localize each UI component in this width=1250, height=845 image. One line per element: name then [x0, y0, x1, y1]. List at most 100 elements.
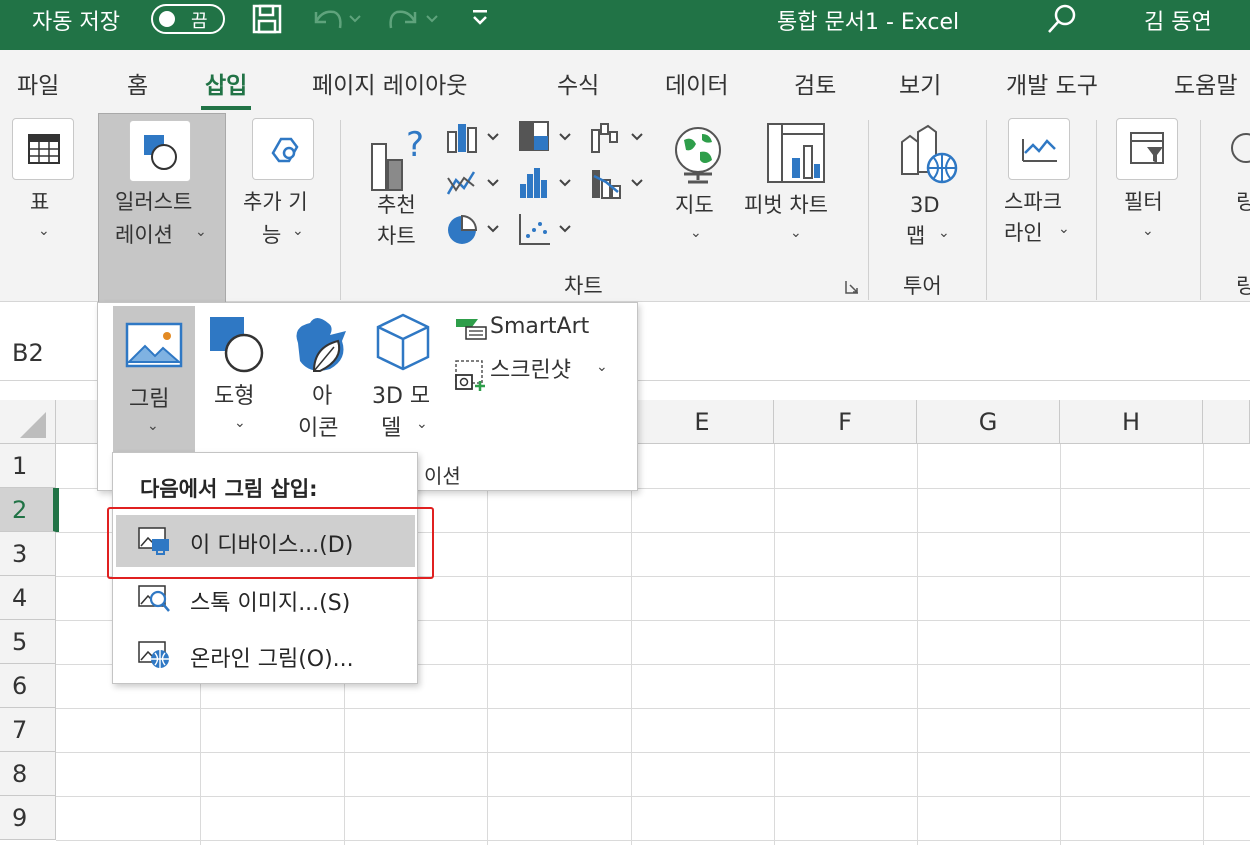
3d-models-label-line2: 델	[381, 416, 402, 441]
ribbon: 표 ⌄ 일러스트 레이션 ⌄ 추가 기 능 ⌄ ? 추천 차트 지도 ⌄ 피벗 …	[0, 110, 1250, 303]
picture-button[interactable]: 그림 ⌄	[113, 306, 195, 454]
3d-map-icon	[901, 124, 958, 184]
gridline	[631, 444, 632, 845]
stock-image-icon	[138, 585, 170, 612]
autosave-state: 끔	[191, 11, 208, 32]
save-icon[interactable]	[250, 2, 284, 36]
select-all-corner[interactable]	[0, 400, 56, 444]
tab-help[interactable]: 도움말	[1174, 66, 1237, 100]
user-name[interactable]: 김 동연	[1144, 4, 1212, 36]
autosave-toggle[interactable]: 끔	[151, 4, 225, 34]
group-label-tours: 투어	[903, 274, 942, 298]
sparklines-label-line2: 라인	[1004, 221, 1043, 245]
column-chart-icon[interactable]	[446, 120, 506, 156]
gridline	[487, 444, 488, 845]
chevron-down-icon: ⌄	[938, 225, 950, 241]
row-header-5[interactable]: 5	[0, 620, 56, 664]
tab-file[interactable]: 파일	[17, 66, 59, 100]
gridline	[56, 840, 1250, 841]
partial-label: 링	[1236, 190, 1250, 214]
3d-models-icon	[376, 313, 430, 371]
ribbon-separator	[340, 120, 341, 300]
search-icon[interactable]	[1045, 2, 1081, 38]
undo-icon[interactable]	[308, 2, 364, 36]
scatter-chart-icon[interactable]	[518, 212, 578, 248]
addins-label-line1: 추가 기	[243, 190, 308, 214]
menu-item-online-pictures[interactable]: 온라인 그림(O)...	[116, 629, 415, 681]
customize-toolbar-icon[interactable]	[470, 6, 490, 30]
3d-models-label-line1: 3D 모	[372, 384, 431, 409]
shapes-icon	[210, 317, 264, 373]
chevron-down-icon: ⌄	[195, 224, 207, 240]
waterfall-chart-icon[interactable]	[590, 120, 650, 156]
partial-group-label: 링	[1236, 274, 1250, 298]
tab-insert[interactable]: 삽입	[200, 66, 252, 110]
3d-map-label-line1: 3D	[910, 193, 940, 217]
3d-map-label-line2: 맵	[906, 224, 926, 248]
gridline	[56, 752, 1250, 753]
group-label-illustrations: 이션	[424, 464, 461, 488]
column-header-i[interactable]	[1203, 400, 1250, 444]
row-header-2[interactable]: 2	[0, 488, 56, 532]
row-header-3[interactable]: 3	[0, 532, 56, 576]
maps-label: 지도	[675, 193, 714, 217]
line-chart-icon[interactable]	[446, 166, 506, 202]
icons-label-line1: 아	[312, 384, 333, 409]
redo-icon[interactable]	[385, 2, 441, 36]
table-label: 표	[30, 190, 50, 214]
illustrations-icon	[129, 120, 191, 182]
link-icon[interactable]	[1226, 130, 1250, 170]
chevron-down-icon: ⌄	[690, 225, 702, 241]
row-header-1[interactable]: 1	[0, 444, 56, 488]
smartart-label: SmartArt	[490, 314, 590, 339]
gridline	[1060, 444, 1061, 845]
smartart-icon	[456, 319, 487, 340]
tab-home[interactable]: 홈	[127, 66, 148, 100]
menu-item-label: 온라인 그림(O)...	[190, 647, 354, 672]
tab-developer[interactable]: 개발 도구	[1006, 66, 1098, 100]
row-header-6[interactable]: 6	[0, 664, 56, 708]
ribbon-separator	[986, 120, 987, 300]
highlight-box	[107, 507, 434, 579]
chevron-down-icon: ⌄	[147, 418, 159, 434]
screenshot-icon	[455, 360, 485, 391]
pie-chart-icon[interactable]	[446, 212, 506, 248]
chevron-down-icon: ⌄	[790, 225, 802, 241]
ribbon-separator	[1096, 120, 1097, 300]
row-header-8[interactable]: 8	[0, 752, 56, 796]
chevron-down-icon: ⌄	[1058, 221, 1070, 237]
row-header-9[interactable]: 9	[0, 796, 56, 840]
statistic-chart-icon[interactable]	[518, 166, 578, 202]
ribbon-tabs: 파일 홈 삽입 페이지 레이아웃 수식 데이터 검토 보기 개발 도구 도움말	[0, 50, 1250, 110]
title-bar: 자동 저장 끔 통합 문서1 - Excel 김 동연	[0, 0, 1250, 50]
chevron-down-icon: ⌄	[596, 359, 608, 375]
menu-item-stock-images[interactable]: 스톡 이미지...(S)	[116, 573, 415, 625]
tab-formulas[interactable]: 수식	[557, 66, 599, 100]
menu-item-label: 스톡 이미지...(S)	[190, 591, 351, 616]
combo-chart-icon[interactable]	[590, 166, 650, 202]
hierarchy-chart-icon[interactable]	[518, 120, 578, 156]
column-header-f[interactable]: F	[774, 400, 917, 444]
column-header-e[interactable]: E	[631, 400, 774, 444]
illustrations-button[interactable]: 일러스트 레이션 ⌄	[98, 113, 226, 303]
row-header-4[interactable]: 4	[0, 576, 56, 620]
gridline	[56, 708, 1250, 709]
tab-page-layout[interactable]: 페이지 레이아웃	[312, 66, 467, 100]
icons-icon	[296, 318, 346, 372]
active-cell-marker	[56, 488, 59, 532]
name-box[interactable]: B2	[12, 339, 44, 367]
row-header-7[interactable]: 7	[0, 708, 56, 752]
tab-view[interactable]: 보기	[899, 66, 941, 100]
recommended-charts-label-line1: 추천	[377, 193, 416, 217]
addins-icon	[252, 118, 314, 180]
filters-label: 필터	[1124, 190, 1163, 214]
ribbon-separator	[1200, 120, 1201, 300]
table-icon	[12, 118, 74, 180]
column-header-g[interactable]: G	[917, 400, 1060, 444]
tab-review[interactable]: 검토	[794, 66, 836, 100]
tab-data[interactable]: 데이터	[665, 66, 728, 100]
shapes-label: 도형	[214, 384, 255, 409]
column-header-h[interactable]: H	[1060, 400, 1203, 444]
dialog-launcher-icon[interactable]	[845, 280, 859, 294]
chevron-down-icon: ⌄	[234, 415, 246, 431]
